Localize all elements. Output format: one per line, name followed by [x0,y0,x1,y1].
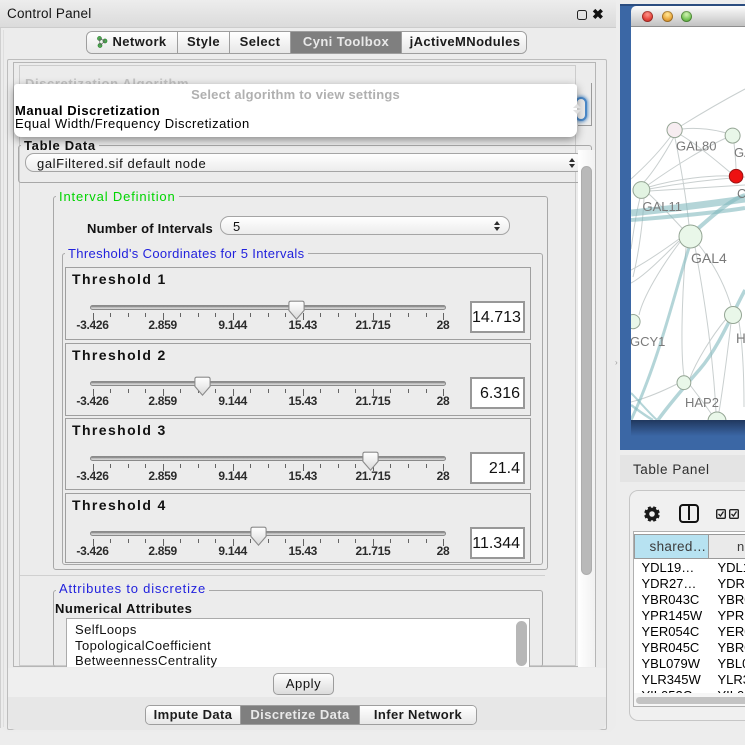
svg-text:H: H [736,331,745,346]
svg-text:GAL4: GAL4 [691,250,727,266]
svg-text:GAL80: GAL80 [676,139,716,154]
svg-text:GAL11: GAL11 [643,199,683,214]
svg-text:GCY1: GCY1 [631,334,665,349]
svg-text:C: C [737,186,745,201]
svg-text:GA: GA [734,145,745,160]
svg-text:HAP2: HAP2 [685,395,719,410]
